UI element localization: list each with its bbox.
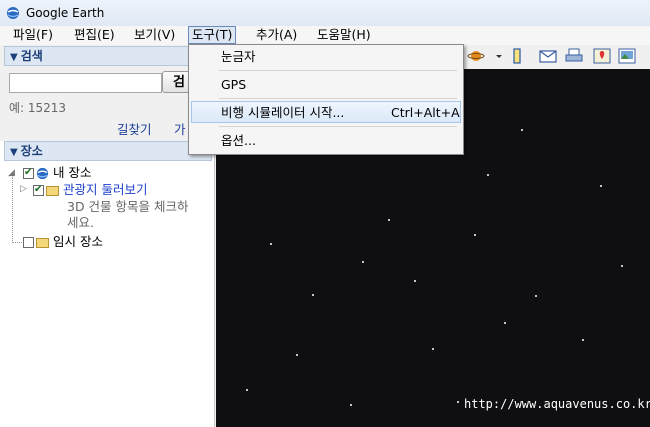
star [246, 389, 248, 391]
places-header-label: 장소 [20, 144, 43, 158]
menu-item-gps-label: GPS [221, 77, 247, 92]
star [296, 354, 298, 356]
collapse-triangle-icon[interactable]: ▼ [10, 52, 18, 63]
menu-bar: 파일(F) 편집(E) 보기(V) 도구(T) 추가(A) 도움말(H) [0, 26, 650, 46]
tools-menu-dropdown: 눈금자 GPS 비행 시뮬레이터 시작... Ctrl+Alt+A 옵션... [188, 44, 464, 155]
star [414, 280, 416, 282]
print-icon[interactable] [565, 48, 583, 64]
menu-add[interactable]: 추가(A) [253, 26, 300, 44]
temporary-places-checkbox[interactable] [23, 237, 34, 248]
email-icon[interactable] [539, 48, 557, 64]
collapse-triangle-icon[interactable]: ▼ [10, 147, 18, 158]
title-bar: Google Earth [0, 0, 650, 27]
my-places-label: 내 장소 [53, 165, 92, 180]
temporary-places-label: 임시 장소 [53, 234, 103, 249]
sidebar: ▼검색 검 예: 15213 길찾기 가 ▼장소 ◢ 내 장소 ▷ 관광지 둘러… [0, 45, 215, 427]
tree-item-temporary-places[interactable]: 임시 장소 [23, 234, 103, 250]
search-header-label: 검색 [20, 49, 43, 63]
star [432, 348, 434, 350]
star [487, 174, 489, 176]
google-maps-icon[interactable] [593, 48, 611, 64]
star [474, 234, 476, 236]
tree-connector [12, 177, 13, 243]
search-panel-header[interactable]: ▼ 검색 [4, 46, 212, 66]
menu-file[interactable]: 파일(F) [10, 26, 56, 44]
star [457, 401, 459, 403]
star [535, 295, 537, 297]
star [350, 404, 352, 406]
menu-item-gps[interactable]: GPS [191, 74, 461, 96]
menu-separator [219, 70, 457, 71]
sightseeing-note-line1: 3D 건물 항목을 체크하 [67, 199, 189, 214]
menu-separator [219, 98, 457, 99]
menu-item-flight-simulator[interactable]: 비행 시뮬레이터 시작... Ctrl+Alt+A [191, 101, 461, 123]
save-image-icon[interactable] [618, 48, 636, 64]
toolbar [464, 45, 650, 69]
tree-connector [12, 242, 22, 243]
menu-item-flight-simulator-label: 비행 시뮬레이터 시작... [221, 105, 345, 120]
menu-item-ruler[interactable]: 눈금자 [191, 46, 461, 68]
star [312, 294, 314, 296]
folder-icon [46, 185, 59, 196]
ruler-icon[interactable] [508, 48, 526, 64]
star [621, 265, 623, 267]
search-input[interactable] [9, 73, 162, 93]
menu-tools[interactable]: 도구(T) [188, 26, 237, 44]
star [362, 261, 364, 263]
folder-icon [36, 237, 49, 248]
planet-icon[interactable] [467, 48, 485, 64]
expand-arrow-icon[interactable]: ▷ [20, 184, 27, 194]
chevron-down-icon[interactable] [490, 48, 508, 64]
star [582, 339, 584, 341]
collapse-arrow-icon[interactable]: ◢ [8, 168, 15, 178]
star [504, 322, 506, 324]
star [521, 129, 523, 131]
sightseeing-label[interactable]: 관광지 둘러보기 [63, 182, 147, 197]
star [270, 243, 272, 245]
directions-link[interactable]: 길찾기 [117, 119, 152, 138]
places-panel: ▼장소 ◢ 내 장소 ▷ 관광지 둘러보기 3D 건물 항목을 체크하 세요. … [0, 141, 215, 427]
menu-item-ruler-label: 눈금자 [221, 49, 256, 64]
window-title: Google Earth [26, 6, 105, 20]
menu-item-flight-simulator-shortcut: Ctrl+Alt+A [391, 105, 460, 120]
star [388, 219, 390, 221]
sightseeing-note-line2: 세요. [67, 215, 94, 230]
menu-help[interactable]: 도움말(H) [314, 26, 374, 44]
my-places-checkbox[interactable] [23, 165, 34, 181]
more-link[interactable]: 가 [174, 119, 186, 138]
globe-icon [36, 167, 49, 180]
menu-view[interactable]: 보기(V) [131, 26, 178, 44]
search-panel: ▼ 검색 검 예: 15213 길찾기 가 [0, 45, 214, 141]
globe-icon [7, 7, 19, 19]
tree-item-sightseeing[interactable]: 관광지 둘러보기 [33, 182, 147, 198]
places-panel-header[interactable]: ▼ 장소 [4, 141, 212, 161]
tree-item-my-places[interactable]: 내 장소 [23, 165, 91, 181]
menu-separator [219, 126, 457, 127]
search-example-text: 예: 15213 [9, 101, 67, 115]
star [600, 185, 602, 187]
menu-edit[interactable]: 편집(E) [71, 26, 118, 44]
watermark-text: http://www.aquavenus.co.kr [464, 397, 650, 411]
menu-item-options[interactable]: 옵션... [191, 130, 461, 152]
menu-item-options-label: 옵션... [221, 133, 256, 148]
sightseeing-checkbox[interactable] [33, 182, 44, 198]
